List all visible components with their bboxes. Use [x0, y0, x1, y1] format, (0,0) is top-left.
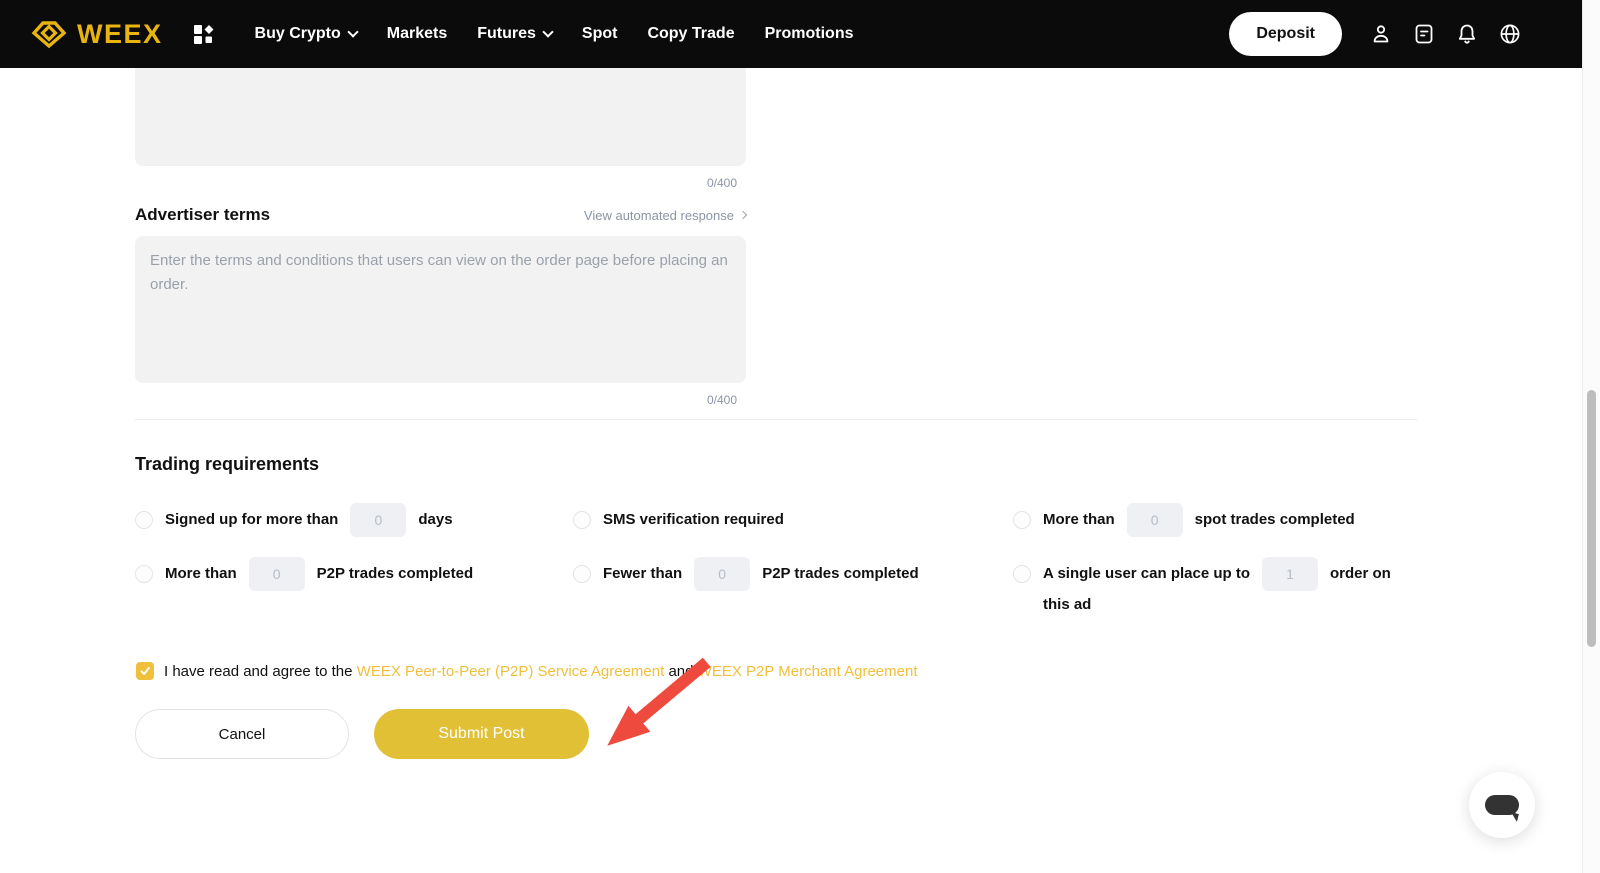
brand-name: WEEX [77, 19, 163, 50]
single-user-orders-input[interactable] [1262, 557, 1318, 591]
user-icon[interactable] [1369, 22, 1393, 46]
spot-trades-input[interactable] [1127, 503, 1183, 537]
chevron-down-icon [542, 26, 553, 37]
nav-promotions[interactable]: Promotions [750, 25, 869, 43]
signed-up-days-input[interactable] [350, 503, 406, 537]
p2p-post-ad-page: order. 0/400 WEEX Buy Crypto Markets Fut… [0, 0, 1600, 873]
more-p2p-trades-input[interactable] [249, 557, 305, 591]
chat-support-button[interactable] [1469, 772, 1535, 838]
radio-spot-trades[interactable] [1013, 511, 1031, 529]
advertiser-terms-heading: Advertiser terms [135, 205, 270, 225]
cancel-button[interactable]: Cancel [135, 709, 349, 759]
top-navbar: WEEX Buy Crypto Markets Futures Spot Cop… [0, 0, 1582, 68]
nav-buy-crypto[interactable]: Buy Crypto [240, 25, 372, 43]
navbar-right: Deposit [1229, 0, 1522, 68]
nav-spot[interactable]: Spot [567, 25, 633, 43]
option-fewer-p2p-trades: Fewer thanP2P trades completed [573, 557, 1013, 619]
orders-icon[interactable] [1412, 22, 1436, 46]
bell-icon[interactable] [1455, 22, 1479, 46]
radio-more-p2p-trades[interactable] [135, 565, 153, 583]
option-spot-trades: More thanspot trades completed [1013, 503, 1417, 537]
main-nav: Buy Crypto Markets Futures Spot Copy Tra… [240, 25, 869, 43]
radio-fewer-p2p-trades[interactable] [573, 565, 591, 583]
trading-requirements-heading: Trading requirements [135, 454, 319, 475]
option-single-user-orders: A single user can place up toorder on th… [1013, 557, 1417, 619]
weex-logo[interactable]: WEEX [30, 18, 163, 50]
option-more-p2p-trades: More thanP2P trades completed [135, 557, 573, 619]
section-divider [135, 419, 1417, 420]
fewer-p2p-trades-input[interactable] [694, 557, 750, 591]
radio-signed-up-days[interactable] [135, 511, 153, 529]
agreement-checkbox[interactable] [136, 662, 154, 680]
weex-gem-icon [30, 18, 68, 50]
merchant-agreement-link[interactable]: WEEX P2P Merchant Agreement [698, 663, 918, 680]
scrollbar-track[interactable] [1582, 0, 1600, 873]
agreement-text: I have read and agree to the WEEX Peer-t… [164, 663, 918, 680]
submit-post-button[interactable]: Submit Post [374, 709, 589, 759]
trading-requirements-grid: Signed up for more thandays SMS verifica… [135, 503, 1417, 619]
check-icon [139, 665, 151, 677]
service-agreement-link[interactable]: WEEX Peer-to-Peer (P2P) Service Agreemen… [357, 663, 665, 680]
scrollbar-thumb[interactable] [1587, 390, 1596, 647]
advertiser-terms-textarea[interactable] [135, 236, 746, 383]
apps-grid-icon[interactable] [193, 24, 214, 45]
nav-markets[interactable]: Markets [372, 25, 462, 43]
radio-single-user-orders[interactable] [1013, 565, 1031, 583]
chat-bubble-icon [1485, 795, 1519, 815]
terms-char-counter: 0/400 [657, 393, 737, 407]
agreement-row: I have read and agree to the WEEX Peer-t… [136, 662, 918, 680]
nav-copy-trade[interactable]: Copy Trade [632, 25, 749, 43]
radio-sms-verification[interactable] [573, 511, 591, 529]
chevron-right-icon [739, 211, 747, 219]
chevron-down-icon [347, 26, 358, 37]
deposit-button[interactable]: Deposit [1229, 12, 1342, 56]
option-signed-up-days: Signed up for more thandays [135, 503, 573, 537]
option-sms-verification: SMS verification required [573, 503, 1013, 537]
remarks-char-counter: 0/400 [657, 176, 737, 190]
nav-futures[interactable]: Futures [462, 25, 567, 43]
globe-icon[interactable] [1498, 22, 1522, 46]
view-automated-response-link[interactable]: View automated response [584, 208, 746, 223]
